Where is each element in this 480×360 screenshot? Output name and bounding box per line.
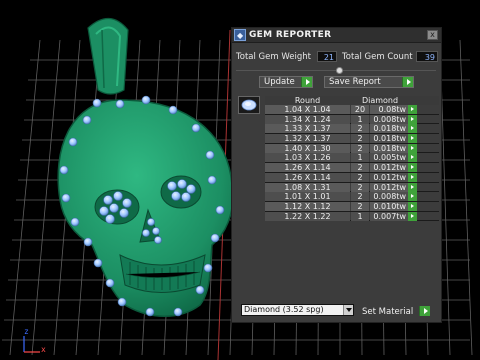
set-material-button[interactable]: Set Material <box>362 304 430 318</box>
cell-total-weight: 0.018tw <box>370 134 408 144</box>
update-button-label: Update <box>264 77 295 87</box>
axis-x-label: x <box>41 345 46 354</box>
chevron-down-icon <box>343 305 353 315</box>
total-gem-count-value: 39 <box>416 51 438 62</box>
set-material-label: Set Material <box>362 307 414 317</box>
save-report-button-label: Save Report <box>329 77 381 87</box>
table-body: 1.04 X 1.04 20 0.08tw 1.34 X 1.24 1 0.008tw 1.… <box>265 105 439 222</box>
cell-round-size: 1.33 X 1.37 <box>265 124 350 134</box>
panel-title: GEM REPORTER <box>249 30 332 40</box>
total-gem-count-label: Total Gem Count <box>342 52 413 62</box>
cell-total-weight: 0.008tw <box>370 114 408 124</box>
row-select-arrow-icon[interactable] <box>408 114 417 124</box>
table-row[interactable]: 1.34 X 1.24 1 0.008tw <box>265 114 439 125</box>
row-select-arrow-icon[interactable] <box>408 163 417 173</box>
cell-count: 2 <box>351 143 369 153</box>
cell-count: 2 <box>351 163 369 173</box>
table-header: Round Diamond <box>265 96 439 105</box>
cell-total-weight: 0.010tw <box>370 201 408 211</box>
pendant-bail <box>87 17 129 95</box>
table-row[interactable]: 1.32 X 1.37 2 0.018tw <box>265 134 439 144</box>
total-gem-weight-label: Total Gem Weight <box>236 52 311 62</box>
cell-count: 1 <box>351 211 369 221</box>
cell-count: 2 <box>351 124 369 134</box>
cell-round-size: 1.26 X 1.14 <box>265 172 350 182</box>
cell-round-size: 1.32 X 1.37 <box>265 134 350 144</box>
total-gem-weight-value: 21 <box>317 51 337 62</box>
cell-total-weight: 0.012tw <box>370 182 408 192</box>
cell-round-size: 1.26 X 1.14 <box>265 163 350 173</box>
application-window: z x ◆ GEM REPORTER x Total Gem Weight 21… <box>0 0 480 360</box>
cell-count: 1 <box>351 114 369 124</box>
table-row[interactable]: 1.22 X 1.22 1 0.007tw <box>265 211 439 222</box>
row-select-arrow-icon[interactable] <box>408 201 417 211</box>
table-row[interactable]: 1.40 X 1.30 2 0.018tw <box>265 143 439 154</box>
close-button[interactable]: x <box>427 30 438 40</box>
cell-round-size: 1.03 X 1.26 <box>265 153 350 163</box>
row-select-arrow-icon[interactable] <box>408 124 417 134</box>
gem-reporter-panel: ◆ GEM REPORTER x Total Gem Weight 21 Tot… <box>231 27 442 323</box>
cell-round-size: 1.12 X 1.12 <box>265 201 350 211</box>
table-row[interactable]: 1.04 X 1.04 20 0.08tw <box>265 105 439 115</box>
cell-round-size: 1.08 X 1.31 <box>265 182 350 192</box>
cell-total-weight: 0.018tw <box>370 124 408 134</box>
table-row[interactable]: 1.03 X 1.26 1 0.005tw <box>265 153 439 164</box>
row-select-arrow-icon[interactable] <box>408 134 417 144</box>
collapse-knob-icon[interactable] <box>336 67 343 74</box>
axis-z-label: z <box>24 327 29 336</box>
play-arrow-icon <box>301 77 312 87</box>
table-row[interactable]: 1.01 X 1.01 2 0.008tw <box>265 192 439 202</box>
row-select-arrow-icon[interactable] <box>408 192 417 202</box>
panel-title-bar[interactable]: ◆ GEM REPORTER x <box>232 28 441 43</box>
row-select-arrow-icon[interactable] <box>408 143 417 153</box>
cell-total-weight: 0.012tw <box>370 163 408 173</box>
round-gem-thumbnail[interactable] <box>238 96 260 114</box>
row-select-arrow-icon[interactable] <box>408 172 417 182</box>
table-row[interactable]: 1.26 X 1.14 2 0.012tw <box>265 172 439 183</box>
cell-count: 2 <box>351 192 369 202</box>
save-report-button[interactable]: Save Report <box>324 76 414 88</box>
cell-count: 2 <box>351 134 369 144</box>
cell-count: 20 <box>351 105 369 114</box>
column-header-diamond: Diamond <box>361 96 399 105</box>
cell-count: 2 <box>351 201 369 211</box>
gem-reporter-icon: ◆ <box>234 29 246 41</box>
cell-count: 2 <box>351 182 369 192</box>
axis-gizmo <box>23 336 40 353</box>
gem-report-table: Round Diamond 1.04 X 1.04 20 0.08tw 1.34 X … <box>265 96 439 222</box>
table-row[interactable]: 1.26 X 1.14 2 0.012tw <box>265 163 439 173</box>
cell-total-weight: 0.005tw <box>370 153 408 163</box>
cell-count: 1 <box>351 153 369 163</box>
skull-pendant-model <box>57 99 234 317</box>
cell-total-weight: 0.018tw <box>370 143 408 153</box>
column-header-round: Round <box>294 96 321 105</box>
cell-round-size: 1.34 X 1.24 <box>265 114 350 124</box>
cell-count: 2 <box>351 172 369 182</box>
cell-round-size: 1.01 X 1.01 <box>265 192 350 202</box>
row-select-arrow-icon[interactable] <box>408 182 417 192</box>
cell-round-size: 1.22 X 1.22 <box>265 211 350 221</box>
cell-round-size: 1.04 X 1.04 <box>265 105 350 114</box>
update-button[interactable]: Update <box>259 76 313 88</box>
play-arrow-icon <box>418 306 430 316</box>
material-dropdown[interactable]: Diamond (3.52 spg) <box>241 304 354 316</box>
row-select-arrow-icon[interactable] <box>408 153 417 163</box>
table-row[interactable]: 1.12 X 1.12 2 0.010tw <box>265 201 439 212</box>
table-row[interactable]: 1.33 X 1.37 2 0.018tw <box>265 124 439 135</box>
row-select-arrow-icon[interactable] <box>408 211 417 221</box>
table-row[interactable]: 1.08 X 1.31 2 0.012tw <box>265 182 439 193</box>
cell-total-weight: 0.08tw <box>370 105 408 114</box>
material-selected-value: Diamond (3.52 spg) <box>244 305 324 314</box>
row-select-arrow-icon[interactable] <box>408 105 417 114</box>
cell-total-weight: 0.008tw <box>370 192 408 202</box>
cell-total-weight: 0.012tw <box>370 172 408 182</box>
cell-round-size: 1.40 X 1.30 <box>265 143 350 153</box>
play-arrow-icon <box>402 77 413 87</box>
cell-total-weight: 0.007tw <box>370 211 408 221</box>
